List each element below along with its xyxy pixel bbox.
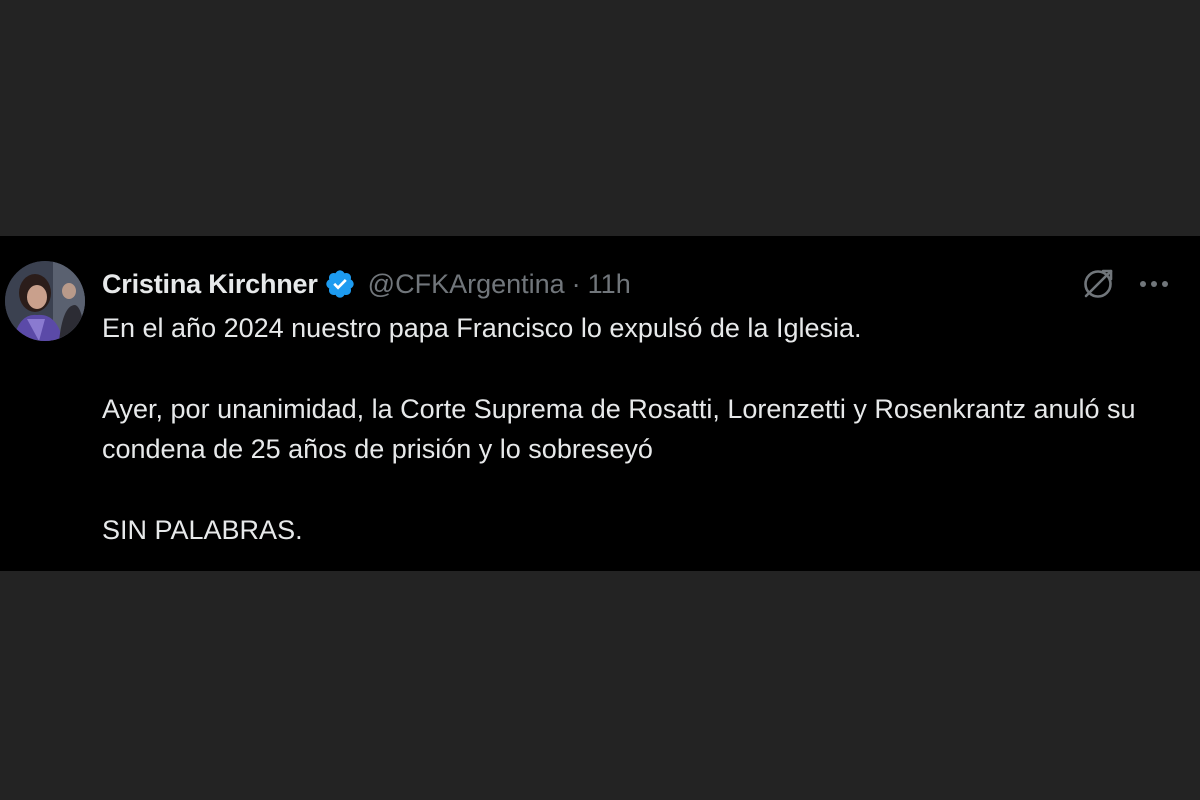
verified-badge-icon [324,268,356,300]
screenshot-canvas: Cristina Kirchner @CFKArgentina · 11h En… [0,0,1200,800]
author-handle[interactable]: @CFKArgentina [368,269,565,300]
avatar-photo [5,261,85,341]
grok-icon[interactable] [1080,266,1116,302]
tweet-paragraph: SIN PALABRAS. [102,515,303,545]
tweet-paragraph: En el año 2024 nuestro papa Francisco lo… [102,313,862,343]
tweet-text: En el año 2024 nuestro papa Francisco lo… [102,308,1162,550]
tweet-header: Cristina Kirchner @CFKArgentina · 11h [102,264,631,304]
author-display-name[interactable]: Cristina Kirchner [102,269,318,300]
tweet-paragraph: Ayer, por unanimidad, la Corte Suprema d… [102,394,1136,464]
more-options-icon[interactable] [1136,270,1172,298]
header-separator: · [571,268,581,299]
avatar[interactable] [5,261,85,341]
tweet-timestamp[interactable]: 11h [588,269,631,300]
